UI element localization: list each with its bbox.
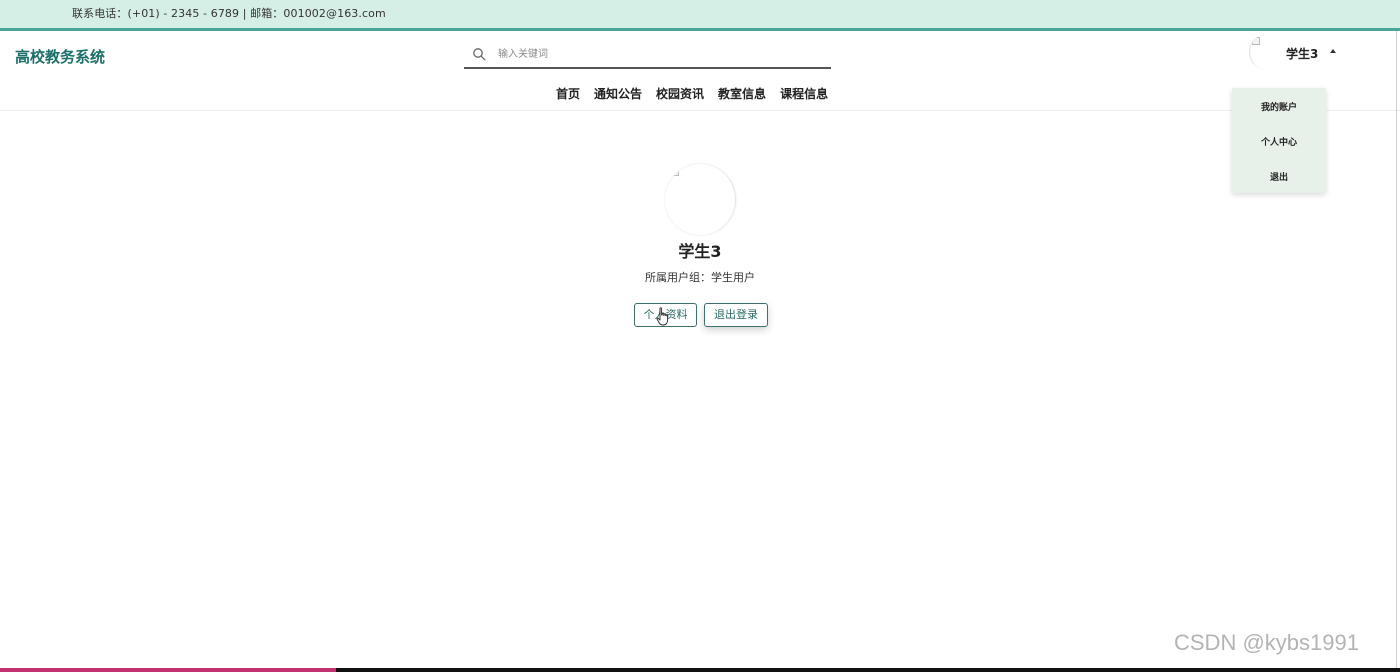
user-name[interactable]: 学生3 <box>1286 45 1318 62</box>
contact-bar: 联系电话：(+01) - 2345 - 6789 | 邮箱：001002@163… <box>0 0 1400 31</box>
user-dropdown-menu: 我的账户 个人中心 退出 <box>1232 88 1326 193</box>
nav-item-campus-news[interactable]: 校园资讯 <box>656 85 704 105</box>
hand-cursor-icon <box>656 307 669 326</box>
profile-avatar <box>665 164 736 235</box>
user-menu-trigger[interactable]: 学生3 <box>1249 35 1349 71</box>
caret-up-icon[interactable] <box>1330 49 1336 53</box>
scrollbar-track[interactable] <box>1396 31 1397 672</box>
user-group-value: 学生用户 <box>711 271 755 284</box>
search-bar <box>464 39 831 69</box>
broken-image-icon <box>1252 37 1260 45</box>
page: 联系电话：(+01) - 2345 - 6789 | 邮箱：001002@163… <box>0 0 1400 672</box>
user-group-label: 所属用户组： <box>645 271 711 284</box>
menu-item-personal-center[interactable]: 个人中心 <box>1232 135 1326 148</box>
logout-button[interactable]: 退出登录 <box>704 303 768 327</box>
nav-item-classroom-info[interactable]: 教室信息 <box>718 85 766 105</box>
nav-item-notices[interactable]: 通知公告 <box>594 85 642 105</box>
site-logo[interactable]: 高校教务系统 <box>15 46 105 67</box>
watermark: CSDN @kybs1991 <box>1174 630 1359 655</box>
menu-item-logout[interactable]: 退出 <box>1232 170 1326 183</box>
profile-user-group: 所属用户组：学生用户 <box>0 269 1400 285</box>
header: 高校教务系统 首页 通知公告 校园资讯 教室信息 课程信息 学生3 <box>0 31 1400 111</box>
contact-text: 联系电话：(+01) - 2345 - 6789 | 邮箱：001002@163… <box>72 7 386 20</box>
search-input[interactable] <box>498 44 818 64</box>
profile-name: 学生3 <box>678 242 722 261</box>
search-icon[interactable] <box>472 47 486 61</box>
main-nav: 首页 通知公告 校园资讯 教室信息 课程信息 <box>556 85 828 105</box>
menu-item-my-account[interactable]: 我的账户 <box>1232 100 1326 113</box>
loading-progress-fill <box>0 668 336 672</box>
broken-image-icon <box>674 171 679 176</box>
nav-item-course-info[interactable]: 课程信息 <box>780 85 828 105</box>
nav-item-home[interactable]: 首页 <box>556 85 580 105</box>
avatar[interactable] <box>1249 35 1281 69</box>
loading-progress-bar <box>0 668 1400 672</box>
